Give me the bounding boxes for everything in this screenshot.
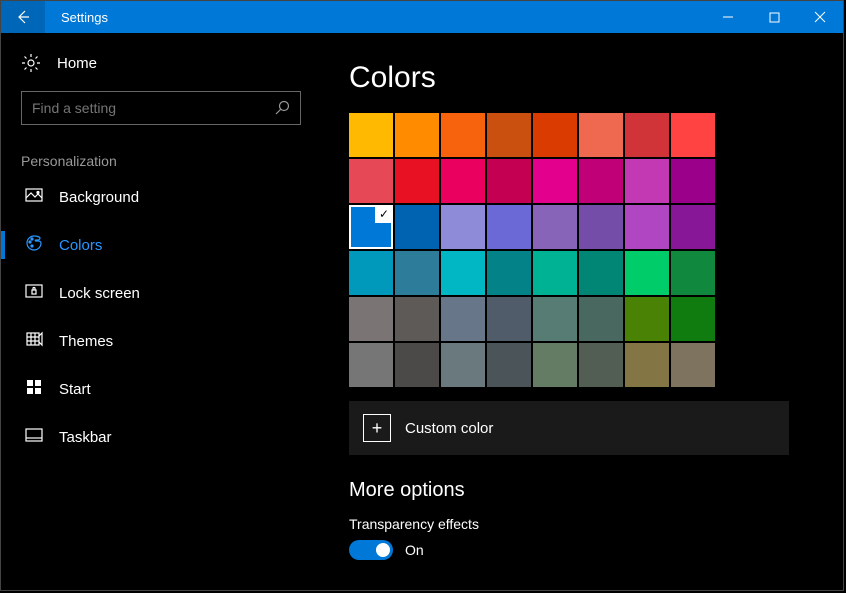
color-swatch[interactable] [579,251,623,295]
color-swatch[interactable] [671,251,715,295]
color-swatch[interactable] [349,297,393,341]
color-swatch[interactable] [395,159,439,203]
plus-icon: + [363,414,391,442]
nav-list: Background Colors Lock screen Themes Start Ta… [21,173,301,461]
color-swatch[interactable] [579,113,623,157]
color-swatch[interactable] [487,343,531,387]
color-swatch[interactable] [671,113,715,157]
color-swatch[interactable] [625,297,669,341]
start-icon [25,378,43,401]
transparency-toggle[interactable] [349,540,393,560]
close-button[interactable] [797,1,843,33]
color-swatch[interactable] [349,251,393,295]
color-swatch[interactable] [625,159,669,203]
color-swatch[interactable] [349,113,393,157]
picture-icon [25,186,43,209]
color-swatch[interactable] [533,297,577,341]
color-swatch[interactable] [579,343,623,387]
color-swatch[interactable] [395,205,439,249]
sidebar-item-themes[interactable]: Themes [21,317,301,365]
color-swatch[interactable] [533,251,577,295]
sidebar: Home Personalization Background Colors Loc… [1,33,321,590]
color-swatch[interactable] [487,297,531,341]
toggle-knob [376,543,390,557]
lock-icon [25,282,43,305]
search-box[interactable] [21,91,301,125]
color-swatch[interactable] [441,205,485,249]
custom-color-label: Custom color [405,420,493,437]
color-swatch[interactable] [349,343,393,387]
sidebar-item-label: Start [59,381,91,398]
sidebar-item-colors[interactable]: Colors [21,221,301,269]
arrow-left-icon [15,9,31,25]
color-swatch[interactable]: ✓ [349,205,393,249]
home-link[interactable]: Home [21,53,301,73]
transparency-row: On [349,540,803,560]
maximize-button[interactable] [751,1,797,33]
color-swatch[interactable] [533,205,577,249]
home-label: Home [57,55,97,72]
color-swatch[interactable] [395,113,439,157]
color-swatch[interactable] [487,205,531,249]
color-swatch[interactable] [395,343,439,387]
color-swatch[interactable] [625,113,669,157]
sidebar-item-label: Taskbar [59,429,112,446]
main-content: Colors ✓ + Custom color More options Tra… [321,33,843,590]
color-swatch[interactable] [487,113,531,157]
color-swatch[interactable] [487,159,531,203]
sidebar-item-label: Colors [59,237,102,254]
transparency-state: On [405,542,424,558]
sidebar-item-label: Background [59,189,139,206]
sidebar-item-start[interactable]: Start [21,365,301,413]
palette-icon [25,234,43,257]
search-input[interactable] [32,100,274,116]
color-swatch[interactable] [625,205,669,249]
minimize-icon [722,11,734,23]
maximize-icon [769,12,780,23]
window-buttons [705,1,843,33]
sidebar-item-background[interactable]: Background [21,173,301,221]
color-swatch[interactable] [441,343,485,387]
color-swatch[interactable] [625,343,669,387]
search-icon [274,100,290,116]
transparency-label: Transparency effects [349,516,803,532]
custom-color-button[interactable]: + Custom color [349,401,789,455]
page-title: Colors [349,61,803,95]
color-swatch[interactable] [441,113,485,157]
color-grid: ✓ [349,113,803,387]
color-swatch[interactable] [441,297,485,341]
sidebar-item-label: Lock screen [59,285,140,302]
color-swatch[interactable] [671,205,715,249]
color-swatch[interactable] [349,159,393,203]
sidebar-item-lock-screen[interactable]: Lock screen [21,269,301,317]
more-options-heading: More options [349,479,803,502]
gear-icon [21,53,41,73]
color-swatch[interactable] [395,251,439,295]
color-swatch[interactable] [487,251,531,295]
color-swatch[interactable] [395,297,439,341]
color-swatch[interactable] [579,159,623,203]
color-swatch[interactable] [533,159,577,203]
color-swatch[interactable] [579,205,623,249]
sidebar-item-taskbar[interactable]: Taskbar [21,413,301,461]
color-swatch[interactable] [625,251,669,295]
themes-icon [25,330,43,353]
close-icon [814,11,826,23]
color-swatch[interactable] [533,113,577,157]
color-swatch[interactable] [671,297,715,341]
color-swatch[interactable] [441,251,485,295]
titlebar: Settings [1,1,843,33]
color-swatch[interactable] [671,343,715,387]
minimize-button[interactable] [705,1,751,33]
taskbar-icon [25,426,43,449]
back-button[interactable] [1,1,45,33]
color-swatch[interactable] [671,159,715,203]
sidebar-item-label: Themes [59,333,113,350]
color-swatch[interactable] [441,159,485,203]
section-label: Personalization [21,153,301,169]
check-icon: ✓ [375,205,393,223]
color-swatch[interactable] [533,343,577,387]
color-swatch[interactable] [579,297,623,341]
window-title: Settings [61,10,108,25]
